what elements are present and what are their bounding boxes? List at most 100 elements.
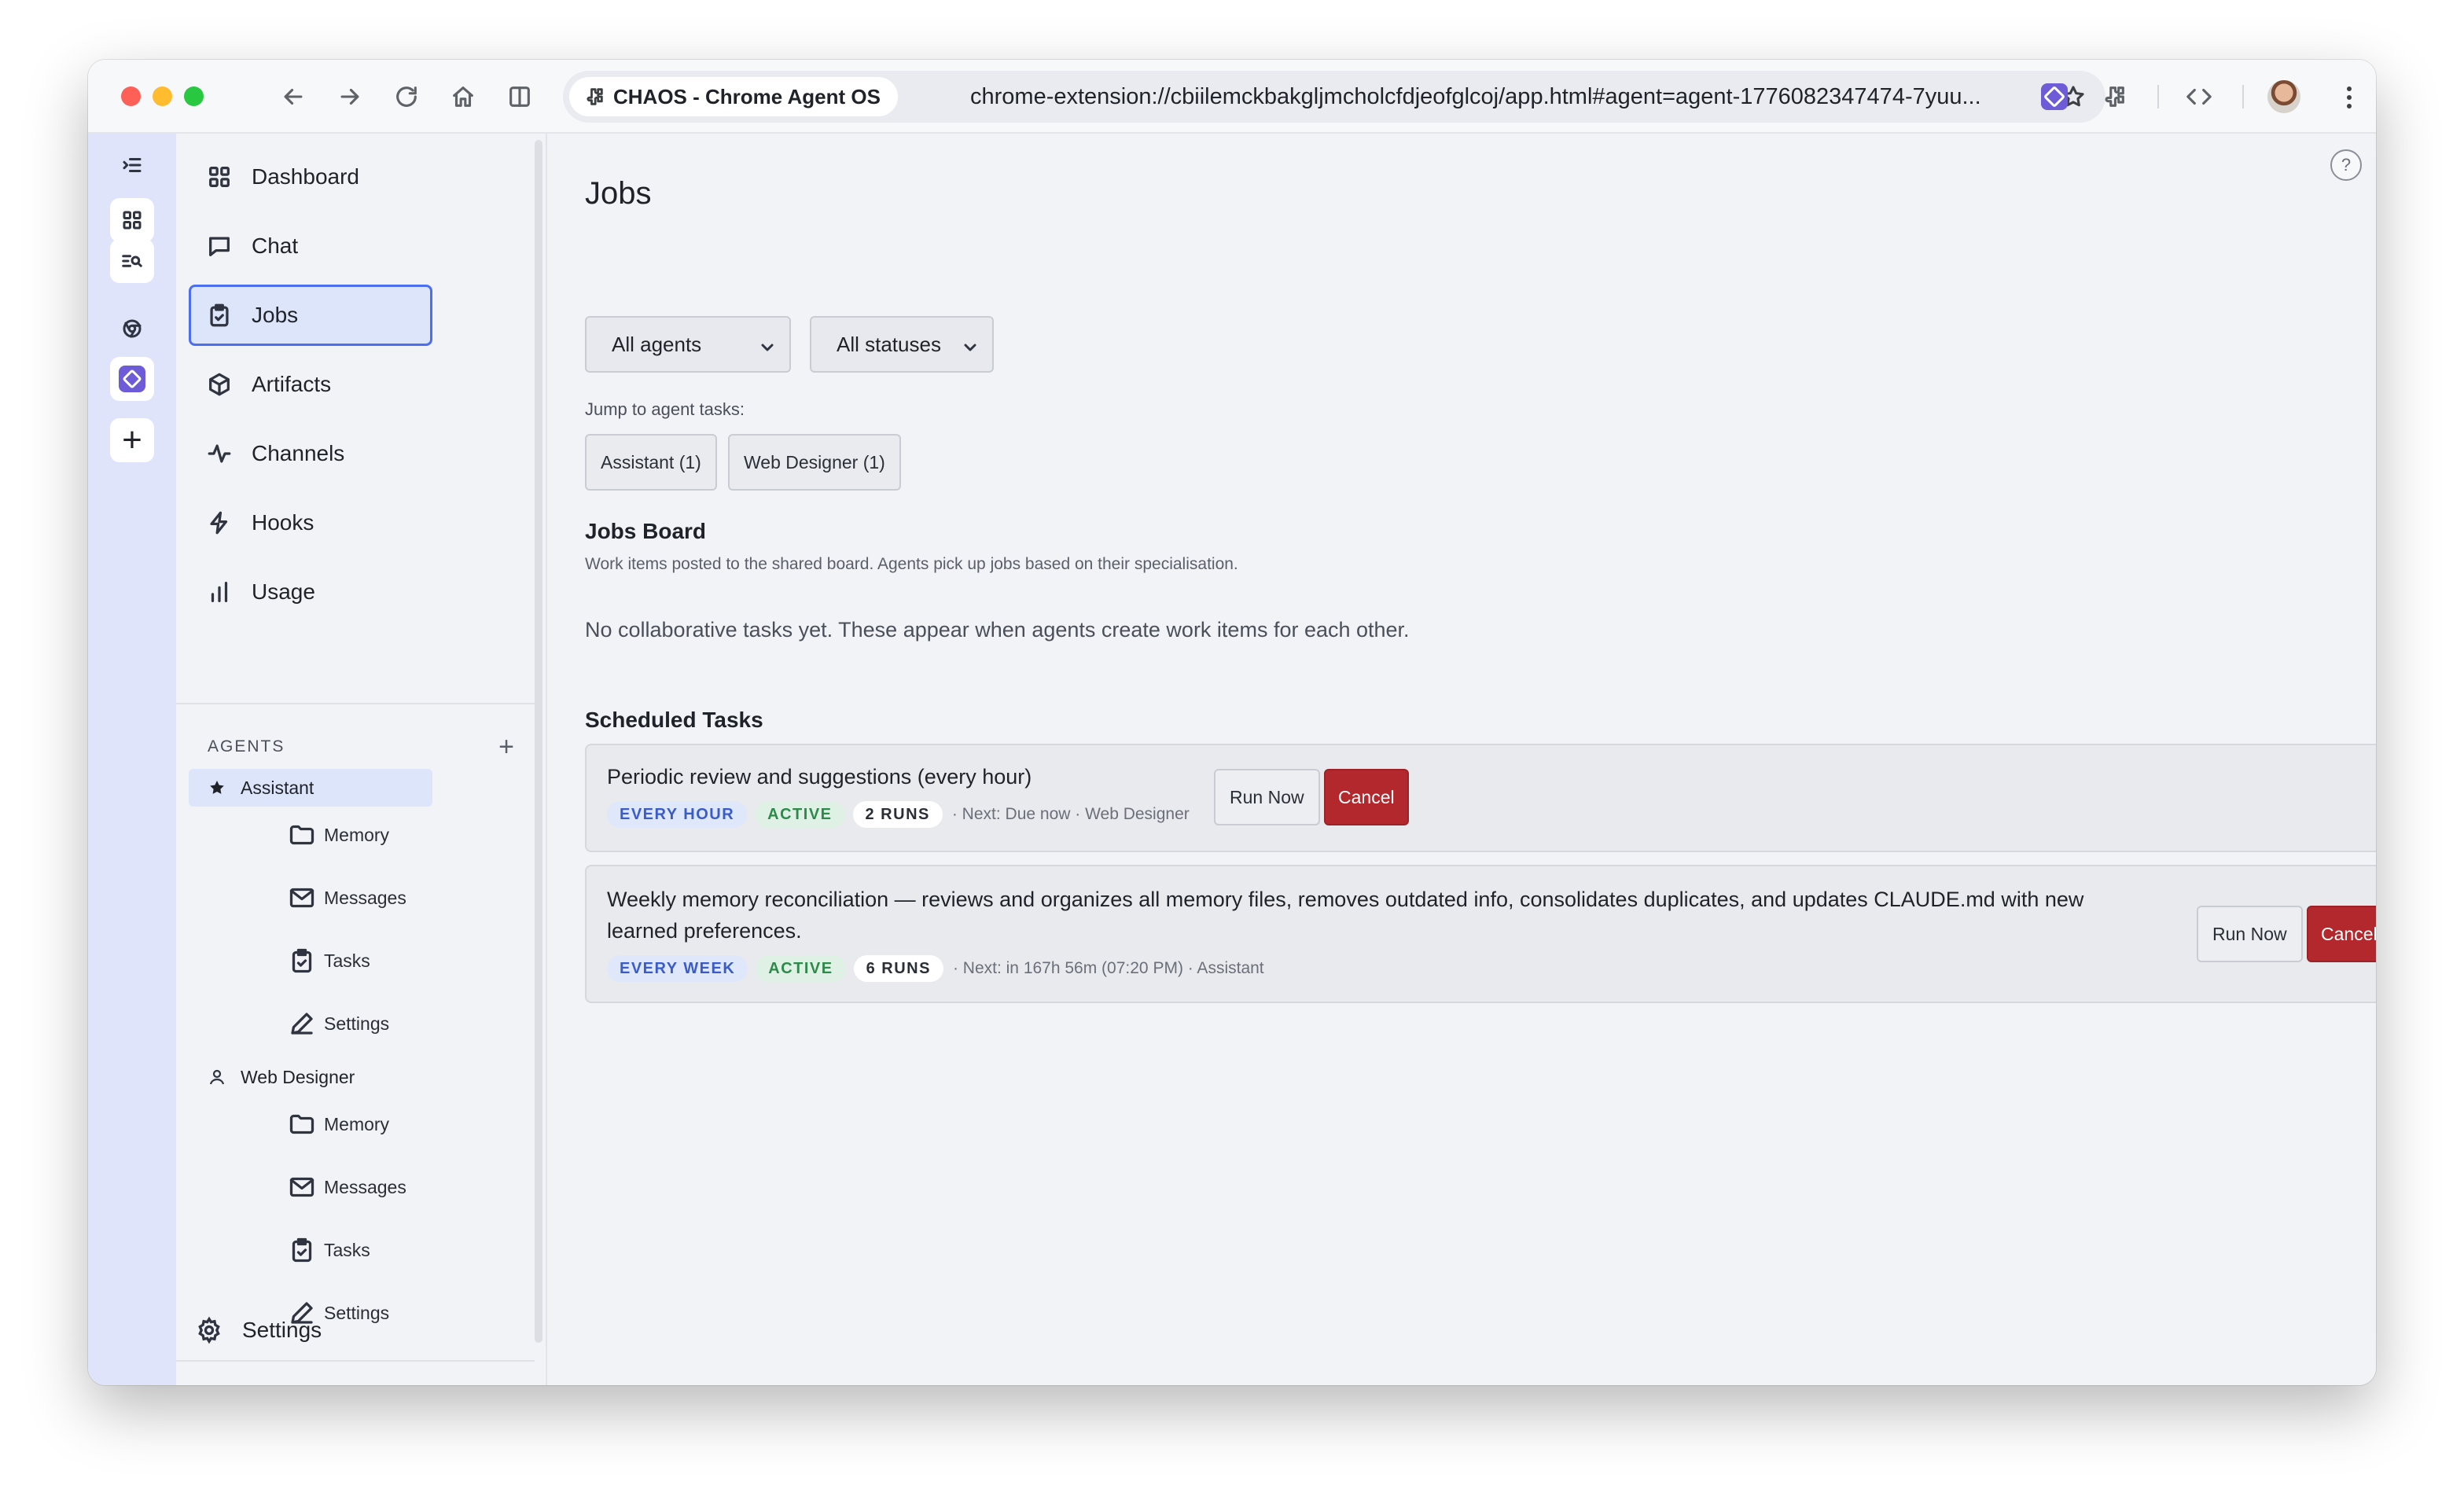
scheduled-tasks-title: Scheduled Tasks bbox=[585, 708, 763, 732]
assistant-memory[interactable]: Memory bbox=[289, 811, 528, 858]
page-title: Jobs bbox=[585, 176, 652, 211]
toolbar-separator bbox=[2157, 85, 2159, 108]
extensions-puzzle-icon[interactable] bbox=[2094, 77, 2134, 116]
task-title-line-2: learned preferences. bbox=[607, 919, 802, 943]
chrome-icon[interactable] bbox=[110, 307, 154, 351]
agent-assistant[interactable]: Assistant bbox=[189, 769, 432, 807]
web-designer-tasks[interactable]: Tasks bbox=[292, 1226, 528, 1274]
main-content: ? Jobs All agents All statuses Jump to a… bbox=[547, 134, 2376, 1385]
dashboard-icon bbox=[209, 167, 230, 187]
assistant-messages[interactable]: Messages bbox=[289, 874, 528, 921]
jump-assistant-button[interactable]: Assistant (1) bbox=[585, 434, 717, 491]
forward-arrow-icon[interactable] bbox=[330, 77, 370, 116]
run-now-button[interactable]: Run Now bbox=[2197, 906, 2303, 962]
activity-icon bbox=[208, 444, 231, 463]
split-view-icon[interactable] bbox=[500, 77, 539, 116]
sub-item-label: Messages bbox=[324, 1176, 406, 1197]
run-now-button[interactable]: Run Now bbox=[1214, 769, 1320, 825]
nav-artifacts[interactable]: Artifacts bbox=[189, 354, 432, 415]
add-app-label: + bbox=[122, 421, 142, 459]
plus-icon[interactable]: + bbox=[110, 418, 154, 462]
close-window-button[interactable] bbox=[121, 86, 141, 106]
browser-window: CHAOS - Chrome Agent OS chrome-extension… bbox=[88, 60, 2376, 1385]
add-agent-button[interactable]: + bbox=[491, 732, 522, 763]
jump-to-agent-label: Jump to agent tasks: bbox=[585, 399, 745, 419]
nav-label: Usage bbox=[252, 579, 315, 604]
task-meta: EVERY WEEK ACTIVE 6 RUNS · Next: in 167h… bbox=[607, 954, 1264, 983]
task-meta: EVERY HOUR ACTIVE 2 RUNS · Next: Due now… bbox=[607, 800, 1190, 829]
minimize-window-button[interactable] bbox=[153, 86, 172, 106]
nav-usage[interactable]: Usage bbox=[189, 561, 432, 623]
bar-chart-icon bbox=[211, 582, 228, 602]
zoom-window-button[interactable] bbox=[184, 86, 204, 106]
agent-web-designer[interactable]: Web Designer bbox=[189, 1058, 432, 1096]
url-text[interactable]: chrome-extension://cbiilemckbakgljmcholc… bbox=[970, 71, 2024, 123]
extension-puzzle-icon bbox=[583, 86, 605, 108]
home-icon[interactable] bbox=[443, 77, 483, 116]
nav-jobs[interactable]: Jobs bbox=[189, 285, 432, 346]
runs-badge: 6 RUNS bbox=[853, 955, 943, 982]
sidebar-scrollbar[interactable] bbox=[535, 140, 542, 1343]
cube-icon bbox=[209, 373, 230, 396]
web-designer-memory[interactable]: Memory bbox=[289, 1101, 528, 1148]
sidebar-divider bbox=[176, 1360, 535, 1362]
settings-label: Settings bbox=[242, 1318, 322, 1342]
sub-item-label: Settings bbox=[324, 1013, 390, 1034]
runs-badge: 2 RUNS bbox=[852, 801, 943, 828]
jobs-board-title: Jobs Board bbox=[585, 519, 707, 543]
assistant-settings[interactable]: Settings bbox=[291, 1000, 528, 1047]
agents-header: AGENTS + bbox=[208, 731, 522, 763]
help-icon[interactable]: ? bbox=[2330, 149, 2362, 181]
search-list-icon[interactable] bbox=[110, 239, 154, 283]
sidebar-settings[interactable]: Settings bbox=[195, 1308, 431, 1352]
status-filter-select[interactable]: All statuses bbox=[810, 316, 994, 373]
site-chip-label: CHAOS - Chrome Agent OS bbox=[613, 84, 881, 108]
chat-icon bbox=[209, 237, 230, 256]
bolt-icon bbox=[210, 511, 228, 535]
assistant-tasks[interactable]: Tasks bbox=[292, 937, 528, 984]
nav-chat[interactable]: Chat bbox=[189, 215, 432, 277]
address-bar[interactable]: CHAOS - Chrome Agent OS chrome-extension… bbox=[563, 71, 2105, 123]
back-arrow-icon[interactable] bbox=[274, 77, 313, 116]
agent-name: Assistant bbox=[241, 777, 314, 798]
agent-filter-value: All agents bbox=[612, 332, 702, 356]
code-brackets-icon[interactable] bbox=[2179, 77, 2219, 116]
reload-icon[interactable] bbox=[387, 77, 426, 116]
chaos-app-icon[interactable] bbox=[110, 357, 154, 401]
nav-label: Dashboard bbox=[252, 164, 359, 189]
grid-icon[interactable] bbox=[110, 198, 154, 242]
nav-label: Hooks bbox=[252, 510, 314, 535]
chaos-extension-icon[interactable] bbox=[2041, 83, 2068, 110]
browser-toolbar: CHAOS - Chrome Agent OS chrome-extension… bbox=[88, 60, 2376, 134]
collapse-icon[interactable] bbox=[110, 143, 154, 187]
profile-avatar[interactable] bbox=[2267, 80, 2300, 113]
task-next-run: · Next: in 167h 56m (07:20 PM) · Assista… bbox=[952, 959, 1264, 977]
mail-icon bbox=[289, 1177, 314, 1197]
jobs-board-empty-state: No collaborative tasks yet. These appear… bbox=[585, 618, 1410, 642]
sub-item-label: Messages bbox=[324, 887, 406, 908]
sidebar: Dashboard Chat Jobs Artifacts Channels H… bbox=[176, 134, 547, 1385]
nav-hooks[interactable]: Hooks bbox=[189, 492, 432, 553]
folder-icon bbox=[289, 825, 314, 845]
nav-dashboard[interactable]: Dashboard bbox=[189, 146, 432, 208]
browser-menu-icon[interactable] bbox=[2333, 82, 2365, 113]
site-info-chip[interactable]: CHAOS - Chrome Agent OS bbox=[569, 77, 898, 116]
agent-filter-select[interactable]: All agents bbox=[585, 316, 791, 373]
clipboard-check-icon bbox=[210, 303, 229, 327]
schedule-badge: EVERY WEEK bbox=[607, 955, 748, 982]
chevron-down-icon bbox=[759, 336, 775, 352]
icon-rail: + bbox=[88, 134, 176, 1385]
jump-web-designer-button[interactable]: Web Designer (1) bbox=[728, 434, 901, 491]
sub-item-label: Tasks bbox=[324, 1239, 370, 1260]
jobs-board-subtitle: Work items posted to the shared board. A… bbox=[585, 555, 1238, 573]
status-badge: ACTIVE bbox=[755, 801, 845, 828]
pencil-icon bbox=[291, 1013, 313, 1035]
nav-channels[interactable]: Channels bbox=[189, 423, 432, 484]
cancel-button[interactable]: Cancel bbox=[2307, 906, 2376, 962]
web-designer-messages[interactable]: Messages bbox=[289, 1164, 528, 1211]
nav-label: Channels bbox=[252, 441, 345, 465]
nav-label: Jobs bbox=[252, 303, 299, 327]
nav-label: Artifacts bbox=[252, 372, 332, 396]
cancel-button[interactable]: Cancel bbox=[1324, 769, 1409, 825]
task-title: Periodic review and suggestions (every h… bbox=[607, 765, 1032, 789]
